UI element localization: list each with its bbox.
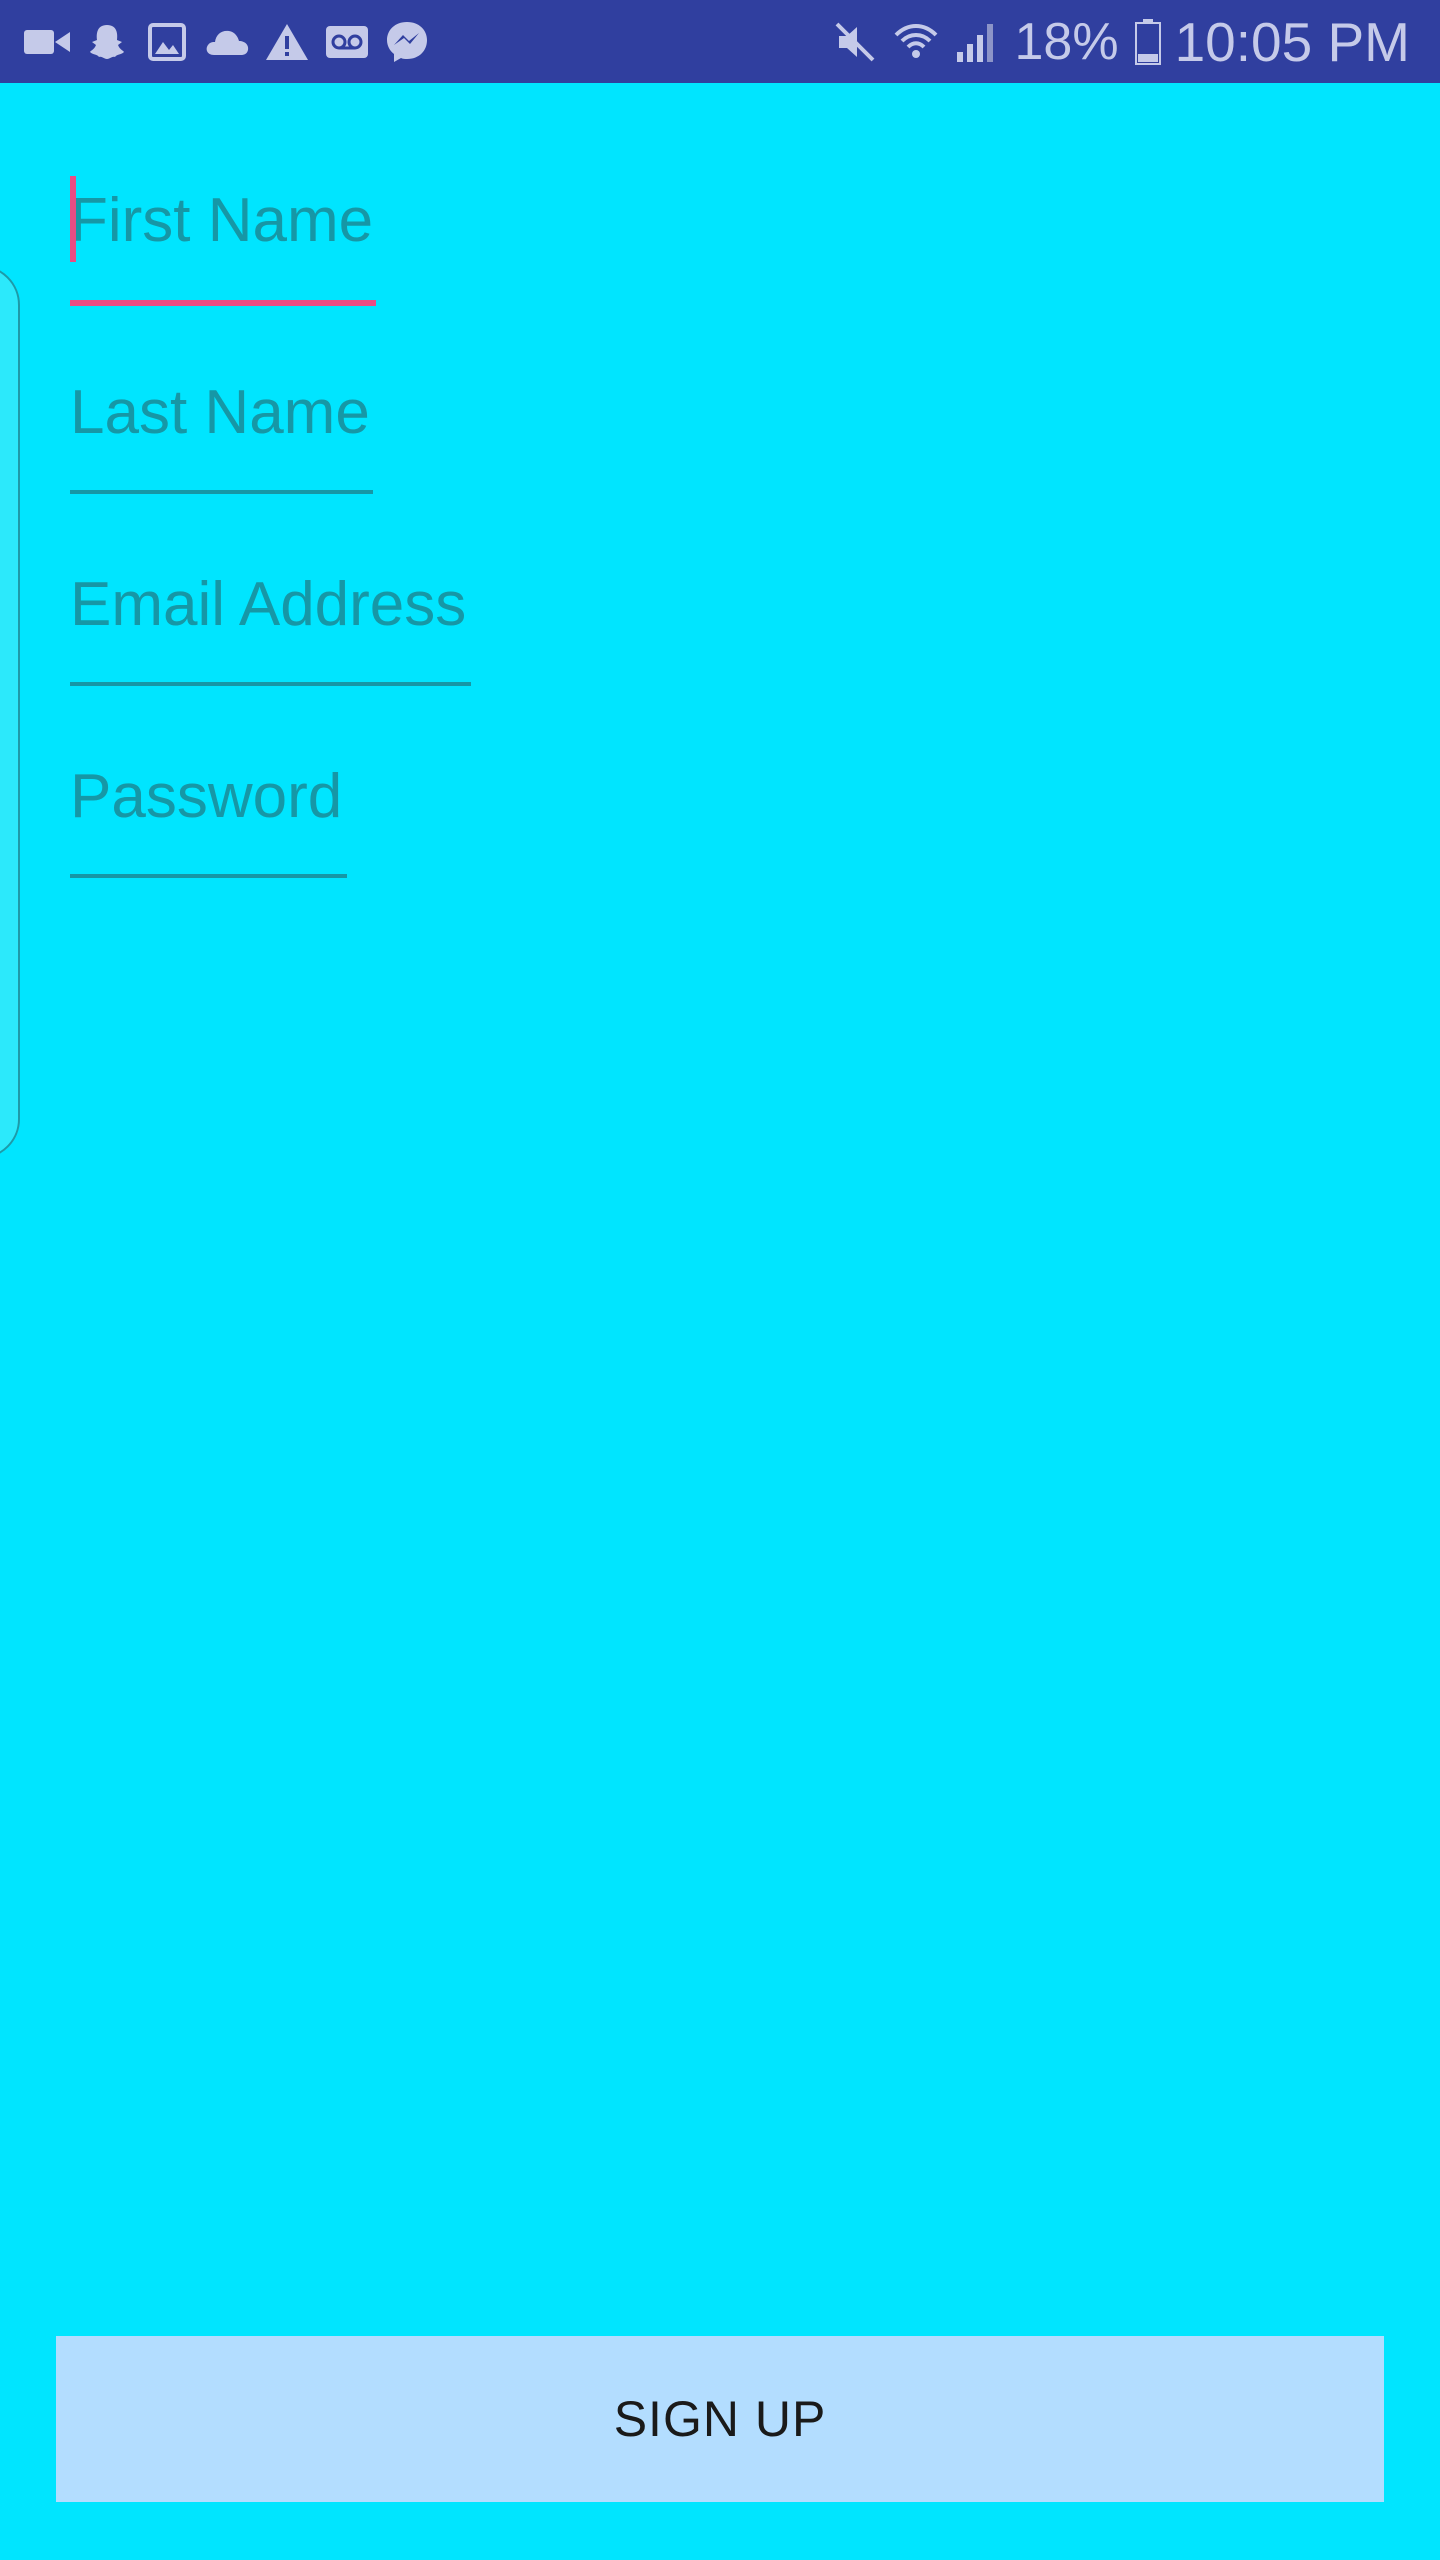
gallery-image-icon bbox=[144, 19, 190, 65]
messenger-icon bbox=[384, 19, 430, 65]
sign-up-button[interactable]: SIGN UP bbox=[56, 2336, 1384, 2502]
voicemail-icon bbox=[324, 19, 370, 65]
first-name-underline bbox=[70, 300, 376, 306]
battery-percentage: 18% bbox=[1014, 12, 1119, 71]
video-camera-icon bbox=[24, 19, 70, 65]
first-name-field[interactable]: First Name bbox=[70, 176, 376, 306]
cloud-icon bbox=[204, 19, 250, 65]
password-field[interactable]: Password bbox=[70, 762, 347, 878]
clock: 10:05 PM bbox=[1174, 10, 1410, 73]
system-icons: 18% 10:05 PM bbox=[817, 0, 1410, 83]
battery-icon bbox=[1134, 17, 1161, 67]
notification-icons bbox=[24, 0, 444, 83]
email-hint: Email Address bbox=[70, 570, 467, 639]
wifi-icon bbox=[893, 17, 939, 67]
password-underline bbox=[70, 874, 347, 878]
snapchat-ghost-icon bbox=[84, 19, 130, 65]
email-field[interactable]: Email Address bbox=[70, 570, 471, 686]
status-bar: 18% 10:05 PM bbox=[0, 0, 1440, 83]
first-name-hint: First Name bbox=[70, 186, 374, 255]
text-cursor bbox=[70, 176, 76, 262]
warning-icon bbox=[264, 19, 310, 65]
mute-icon bbox=[833, 17, 877, 67]
last-name-underline bbox=[70, 490, 373, 494]
cellular-signal-icon bbox=[955, 17, 999, 67]
password-hint: Password bbox=[70, 762, 343, 831]
email-underline bbox=[70, 682, 471, 686]
last-name-hint: Last Name bbox=[70, 378, 370, 447]
last-name-field[interactable]: Last Name bbox=[70, 378, 373, 494]
edge-panel-handle[interactable] bbox=[0, 265, 20, 1159]
